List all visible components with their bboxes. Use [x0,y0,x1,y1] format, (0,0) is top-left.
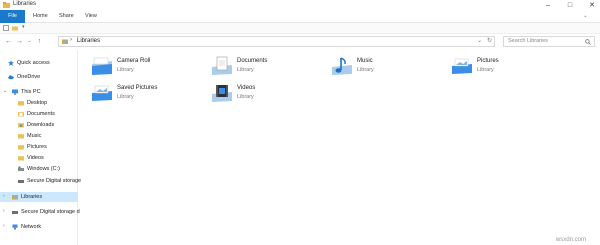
chevron-right-icon[interactable]: › [3,193,5,199]
search-box[interactable]: Search Libraries [503,36,595,47]
nav-item-secure-digital-storage[interactable]: › Secure Digital storage d [0,207,80,217]
watermark: wsxdn.com [556,237,587,243]
library-music[interactable]: Music Library [324,54,442,78]
library-camera-roll[interactable]: Camera Roll Library [84,54,202,78]
videos-library-icon [212,85,232,102]
chevron-down-icon[interactable]: ⌄ [3,88,7,94]
address-dropdown-icon[interactable]: ⌄ [477,37,482,44]
navigation-pane: Quick access OneDrive ⌄ This PC Desktop … [0,50,81,245]
up-button[interactable]: ↑ [35,36,44,46]
folder-icon [18,123,24,128]
search-placeholder: Search Libraries [508,38,549,44]
drive-icon [18,180,24,183]
refresh-icon[interactable]: ↻ [487,37,492,44]
customize-toolbar-icon[interactable]: ▾ [22,24,28,30]
recent-locations-button[interactable]: ⌄ [25,36,34,46]
nav-item-documents[interactable]: Documents [0,109,78,119]
nav-item-pictures[interactable]: Pictures [0,142,78,152]
folder-icon [18,145,24,150]
folder-icon [18,156,24,161]
library-saved-pictures[interactable]: Saved Pictures Library [84,81,202,105]
expand-ribbon-icon[interactable]: ⌄ [583,12,588,21]
star-icon [8,60,14,66]
title-bar: Libraries – □ ✕ [0,0,600,10]
properties-icon[interactable] [3,25,9,31]
chevron-right-icon[interactable]: › [3,208,5,214]
pictures-library-icon [452,58,472,74]
drive-icon [18,166,24,171]
nav-item-this-pc[interactable]: ⌄ This PC [0,87,78,97]
breadcrumb-separator: › [70,37,72,43]
nav-item-desktop[interactable]: Desktop [0,98,78,108]
nav-item-secure-digital[interactable]: Secure Digital storage [0,176,81,186]
music-library-icon [332,57,352,75]
nav-item-quick-access[interactable]: Quick access [0,58,78,68]
documents-library-icon [212,56,232,75]
nav-item-downloads[interactable]: Downloads [0,120,78,130]
library-documents[interactable]: Documents Library [204,54,322,78]
tab-view[interactable]: View [85,12,97,21]
folder-icon [18,101,24,106]
library-pictures[interactable]: Pictures Library [444,54,562,78]
tab-file[interactable]: File [0,10,25,23]
nav-item-network[interactable]: › Network [0,222,78,232]
libraries-app-icon [3,2,10,8]
address-row: ← → ⌄ ↑ › Libraries ⌄ ↻ Search Libraries [0,35,600,48]
folder-icon [18,112,24,117]
folder-icon [18,134,24,139]
network-icon [12,224,18,230]
new-folder-icon[interactable] [12,25,18,31]
drive-icon [12,211,18,214]
library-videos[interactable]: Videos Library [204,81,322,105]
cloud-icon [8,75,14,80]
nav-item-windows-c[interactable]: Windows (C:) [0,164,78,174]
breadcrumb-libraries[interactable]: Libraries [77,38,100,44]
tab-home[interactable]: Home [33,12,48,21]
computer-icon [12,89,18,95]
saved-pictures-library-icon [92,85,112,101]
libraries-icon [62,39,68,44]
nav-item-onedrive[interactable]: OneDrive [0,72,78,82]
libraries-content: Camera Roll Library Documents Library Mu… [80,50,600,245]
close-button[interactable]: ✕ [585,0,599,10]
window-title: Libraries [13,1,37,7]
ribbon-tabs: File Home Share View ⌄ [0,10,600,23]
nav-item-music[interactable]: Music [0,131,78,141]
search-icon[interactable] [585,39,591,45]
tab-share[interactable]: Share [59,12,74,21]
back-button[interactable]: ← [4,36,13,46]
libraries-icon [12,195,18,200]
nav-item-videos[interactable]: Videos [0,153,78,163]
chevron-right-icon[interactable]: › [3,223,5,229]
camera-roll-library-icon [92,57,112,75]
quick-access-toolbar: ▾ [0,23,600,34]
address-bar[interactable]: › Libraries ⌄ ↻ [58,36,495,47]
forward-button[interactable]: → [15,36,24,46]
maximize-button[interactable]: □ [563,0,577,10]
nav-item-libraries[interactable]: › Libraries [0,192,78,202]
minimize-button[interactable]: – [541,0,555,10]
